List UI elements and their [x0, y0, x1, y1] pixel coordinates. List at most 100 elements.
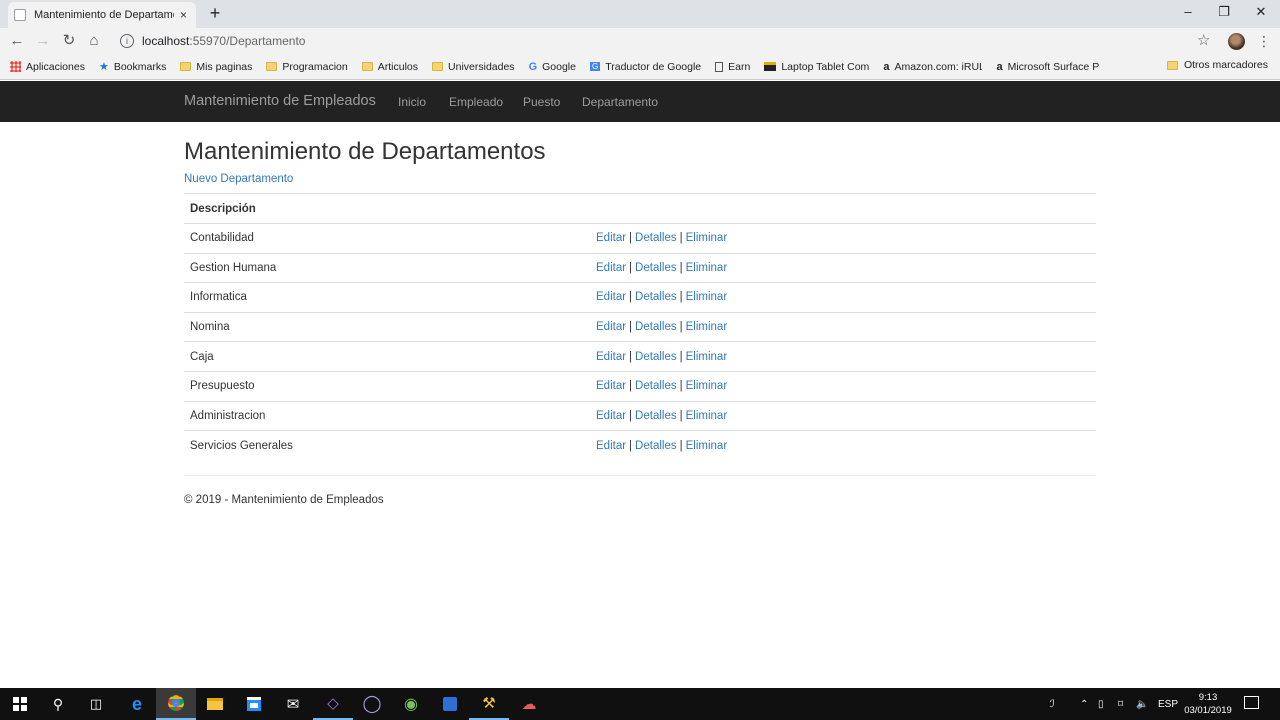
forward-arrow-icon[interactable]: → — [32, 32, 54, 50]
details-link[interactable]: Detalles — [635, 410, 677, 422]
app-swirl-icon[interactable]: ◯ — [352, 688, 392, 720]
edit-link[interactable]: Editar — [596, 232, 626, 244]
wifi-icon[interactable]: ⌑ — [1118, 688, 1123, 720]
nav-link-empleado[interactable]: Empleado — [449, 95, 503, 109]
url-host: localhost — [142, 34, 190, 48]
browser-tab[interactable]: Mantenimiento de Departamento × — [8, 2, 196, 28]
app-cloud-icon[interactable]: ☁ — [509, 688, 549, 720]
new-tab-button[interactable]: + — [204, 4, 226, 24]
details-link[interactable]: Detalles — [635, 440, 677, 452]
row-actions: Editar | Detalles | Eliminar — [590, 311, 1096, 342]
tab-close-icon[interactable]: × — [180, 8, 187, 22]
action-separator: | — [679, 439, 683, 452]
mail-icon[interactable]: ✉ — [273, 688, 313, 720]
edit-link[interactable]: Editar — [596, 410, 626, 422]
details-link[interactable]: Detalles — [635, 380, 677, 392]
bookmark-label: Programacion — [282, 60, 348, 73]
table-row: Administracion Editar | Detalles | Eliminar — [184, 400, 1096, 431]
bookmark-star-icon[interactable]: ☆ — [1197, 31, 1210, 49]
edit-link[interactable]: Editar — [596, 440, 626, 452]
nav-link-puesto[interactable]: Puesto — [523, 95, 560, 109]
search-icon[interactable]: ⚲ — [38, 688, 78, 720]
row-actions: Editar | Detalles | Eliminar — [590, 223, 1096, 254]
action-separator: | — [679, 350, 683, 363]
edit-link[interactable]: Editar — [596, 262, 626, 274]
profile-avatar[interactable] — [1228, 33, 1245, 50]
delete-link[interactable]: Eliminar — [686, 291, 728, 303]
language-indicator[interactable]: ESP — [1158, 688, 1178, 720]
home-icon[interactable]: ⌂ — [83, 32, 105, 50]
visual-studio-icon[interactable]: ◇ — [313, 688, 353, 720]
action-separator: | — [629, 321, 633, 334]
bookmark-item[interactable]: Universidades — [432, 61, 515, 73]
volume-icon[interactable]: 🔈 — [1136, 688, 1148, 720]
bookmark-item[interactable]: Articulos — [361, 61, 418, 73]
bookmark-item[interactable]: Mis paginas — [180, 61, 252, 73]
windows-taskbar: ⚲ ◫ e ✉ ◇ ◯ ◉ ⚒ ☁ ℐ ⌃ ▯ ⌑ 🔈 ESP 9:13 03/… — [0, 688, 1280, 720]
delete-link[interactable]: Eliminar — [686, 351, 728, 363]
android-studio-icon[interactable]: ◉ — [391, 688, 431, 720]
store-icon — [764, 62, 777, 71]
bookmark-item[interactable]: Aplicaciones — [10, 61, 85, 73]
delete-link[interactable]: Eliminar — [686, 232, 728, 244]
details-link[interactable]: Detalles — [635, 351, 677, 363]
delete-link[interactable]: Eliminar — [686, 440, 728, 452]
tab-title: Mantenimiento de Departamento — [34, 9, 174, 21]
new-department-link[interactable]: Nuevo Departamento — [184, 173, 1096, 185]
bookmark-item[interactable]: a Microsoft Surface Pro — [996, 61, 1099, 73]
edit-link[interactable]: Editar — [596, 291, 626, 303]
bookmark-item[interactable]: Laptop Tablet Combo — [764, 61, 869, 73]
edit-link[interactable]: Editar — [596, 351, 626, 363]
details-link[interactable]: Detalles — [635, 262, 677, 274]
restore-button[interactable]: ❐ — [1206, 2, 1242, 24]
edit-link[interactable]: Editar — [596, 380, 626, 392]
delete-link[interactable]: Eliminar — [686, 321, 728, 333]
task-view-icon[interactable]: ◫ — [76, 688, 116, 720]
site-navbar: Mantenimiento de Empleados Inicio Emplea… — [0, 81, 1280, 122]
store-icon[interactable] — [234, 688, 274, 720]
main-content: Mantenimiento de Departamentos Nuevo Dep… — [184, 122, 1096, 506]
bookmark-label: Microsoft Surface Pro — [1007, 60, 1100, 73]
browser-menu-icon[interactable]: ⋮ — [1257, 33, 1271, 50]
bookmark-item[interactable]: G Traductor de Google — [589, 61, 701, 73]
delete-link[interactable]: Eliminar — [686, 262, 728, 274]
delete-link[interactable]: Eliminar — [686, 380, 728, 392]
close-window-button[interactable]: ✕ — [1243, 2, 1279, 24]
edge-icon[interactable]: e — [117, 688, 157, 720]
minimize-button[interactable]: – — [1170, 2, 1206, 24]
edit-link[interactable]: Editar — [596, 321, 626, 333]
file-explorer-icon[interactable] — [195, 688, 235, 720]
notification-center-icon[interactable] — [1244, 696, 1259, 709]
details-link[interactable]: Detalles — [635, 232, 677, 244]
bookmark-item[interactable]: G Google — [529, 61, 576, 73]
reload-icon[interactable]: ↻ — [58, 32, 80, 50]
nav-link-departamento[interactable]: Departamento — [582, 95, 658, 109]
site-brand[interactable]: Mantenimiento de Empleados — [184, 93, 376, 109]
table-row: Caja Editar | Detalles | Eliminar — [184, 341, 1096, 372]
apps-grid-icon — [10, 61, 21, 72]
delete-link[interactable]: Eliminar — [686, 410, 728, 422]
nav-link-inicio[interactable]: Inicio — [398, 95, 426, 109]
bookmark-item[interactable]: ★ Bookmarks — [99, 60, 166, 74]
details-link[interactable]: Detalles — [635, 291, 677, 303]
start-button[interactable] — [0, 688, 40, 720]
address-bar[interactable]: i localhost:55970/Departamento — [112, 30, 1222, 52]
chrome-icon[interactable] — [156, 688, 196, 720]
bookmark-item[interactable]: Earn — [715, 61, 750, 73]
back-arrow-icon[interactable]: ← — [6, 32, 28, 50]
other-bookmarks[interactable]: Otros marcadores — [1166, 59, 1268, 71]
tray-pen-icon[interactable]: ℐ — [1050, 688, 1055, 720]
tray-chevron-up-icon[interactable]: ⌃ — [1080, 688, 1088, 720]
details-link[interactable]: Detalles — [635, 321, 677, 333]
row-actions: Editar | Detalles | Eliminar — [590, 252, 1096, 283]
site-info-icon[interactable]: i — [120, 34, 134, 48]
action-separator: | — [629, 439, 633, 452]
department-description: Caja — [184, 341, 590, 372]
bookmark-item[interactable]: a Amazon.com: iRULU — [883, 61, 982, 73]
action-separator: | — [679, 409, 683, 422]
bookmark-item[interactable]: Programacion — [266, 60, 348, 73]
battery-icon[interactable]: ▯ — [1098, 688, 1104, 720]
tools-icon[interactable]: ⚒ — [469, 688, 509, 720]
app-shield-icon[interactable] — [430, 688, 470, 720]
clock[interactable]: 9:13 03/01/2019 — [1180, 691, 1236, 717]
